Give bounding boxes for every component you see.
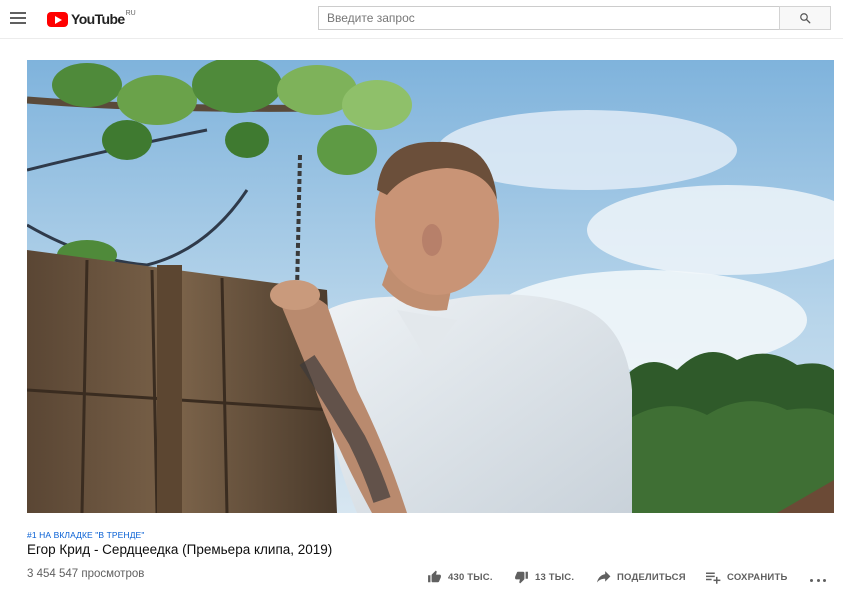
save-button[interactable]: СОХРАНИТЬ xyxy=(706,568,787,586)
share-button[interactable]: ПОДЕЛИТЬСЯ xyxy=(597,568,686,586)
thumb-down-icon xyxy=(515,571,528,584)
search-icon xyxy=(800,13,811,24)
share-label: ПОДЕЛИТЬСЯ xyxy=(617,571,686,583)
masthead: YouTube RU xyxy=(0,0,843,39)
thumb-up-icon xyxy=(428,570,441,583)
share-icon xyxy=(597,571,611,583)
playlist-add-icon xyxy=(706,572,721,584)
like-button[interactable]: 430 ТЫС. xyxy=(427,568,493,586)
dislike-button[interactable]: 13 ТЫС. xyxy=(514,568,574,586)
menu-icon[interactable] xyxy=(10,11,26,25)
youtube-logo-icon xyxy=(47,11,68,27)
more-icon[interactable] xyxy=(810,576,826,584)
trending-badge[interactable]: #1 НА ВКЛАДКЕ "В ТРЕНДЕ" xyxy=(27,530,144,540)
save-label: СОХРАНИТЬ xyxy=(727,571,788,583)
logo-text: YouTube xyxy=(71,11,125,27)
logo-region: RU xyxy=(125,10,136,17)
search-button[interactable] xyxy=(779,6,831,30)
video-actions: 430 ТЫС. 13 ТЫС. ПОДЕЛИТЬСЯ СОХРАНИТЬ xyxy=(0,568,843,588)
dislike-count: 13 ТЫС. xyxy=(535,571,575,583)
video-player[interactable] xyxy=(27,60,834,513)
search-input[interactable] xyxy=(318,6,779,30)
youtube-logo[interactable]: YouTube RU xyxy=(47,9,136,29)
video-frame xyxy=(27,60,834,513)
video-title: Егор Крид - Сердцеедка (Премьера клипа, … xyxy=(27,542,333,557)
like-count: 430 ТЫС. xyxy=(448,571,493,583)
